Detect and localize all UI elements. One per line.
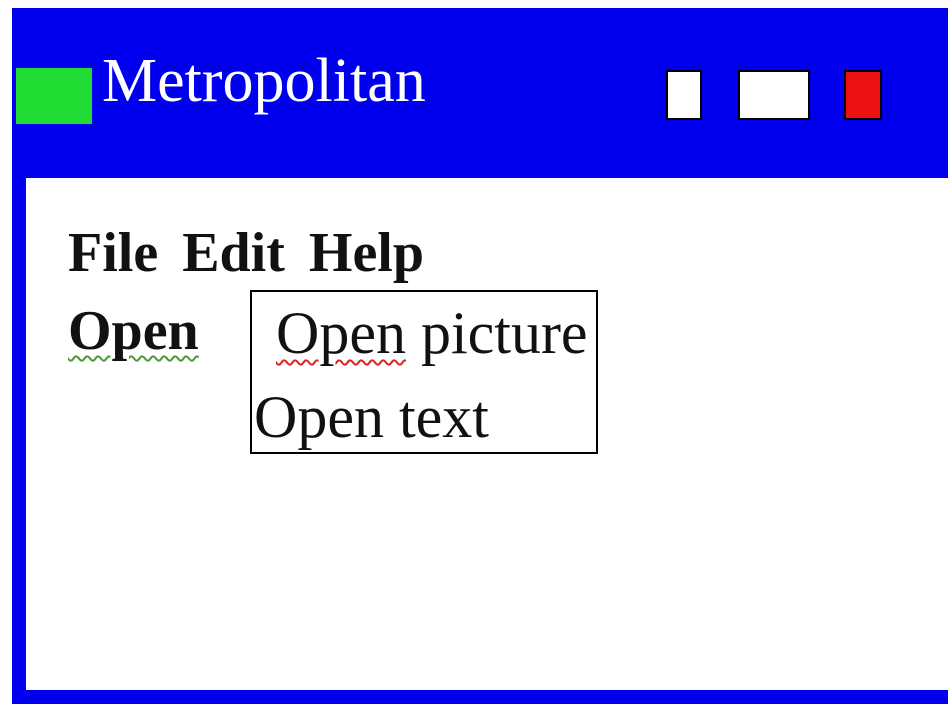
menu-edit[interactable]: Edit xyxy=(182,222,285,284)
title-bar[interactable]: Metropolitan xyxy=(12,8,948,178)
minimize-button[interactable] xyxy=(666,70,702,120)
menu-item-open[interactable]: Open xyxy=(68,300,199,362)
menu-help[interactable]: Help xyxy=(309,222,424,284)
menu-bar: File Edit Help xyxy=(68,222,434,284)
open-picture-label-rest: picture xyxy=(405,300,588,366)
submenu-item-open-picture[interactable]: Open picture xyxy=(276,300,588,366)
open-submenu: Open picture Open text xyxy=(250,290,598,454)
app-icon[interactable] xyxy=(16,68,92,124)
maximize-button[interactable] xyxy=(738,70,810,120)
client-area: File Edit Help Open Open picture Open te… xyxy=(26,178,948,690)
window-title: Metropolitan xyxy=(102,47,426,115)
close-button[interactable] xyxy=(844,70,882,120)
open-picture-label-first: Open xyxy=(276,300,406,366)
menu-file[interactable]: File xyxy=(68,222,158,284)
submenu-item-open-text[interactable]: Open text xyxy=(254,384,489,450)
app-window: Metropolitan File Edit Help Open Open pi… xyxy=(12,8,948,704)
screen: Metropolitan File Edit Help Open Open pi… xyxy=(0,0,948,704)
